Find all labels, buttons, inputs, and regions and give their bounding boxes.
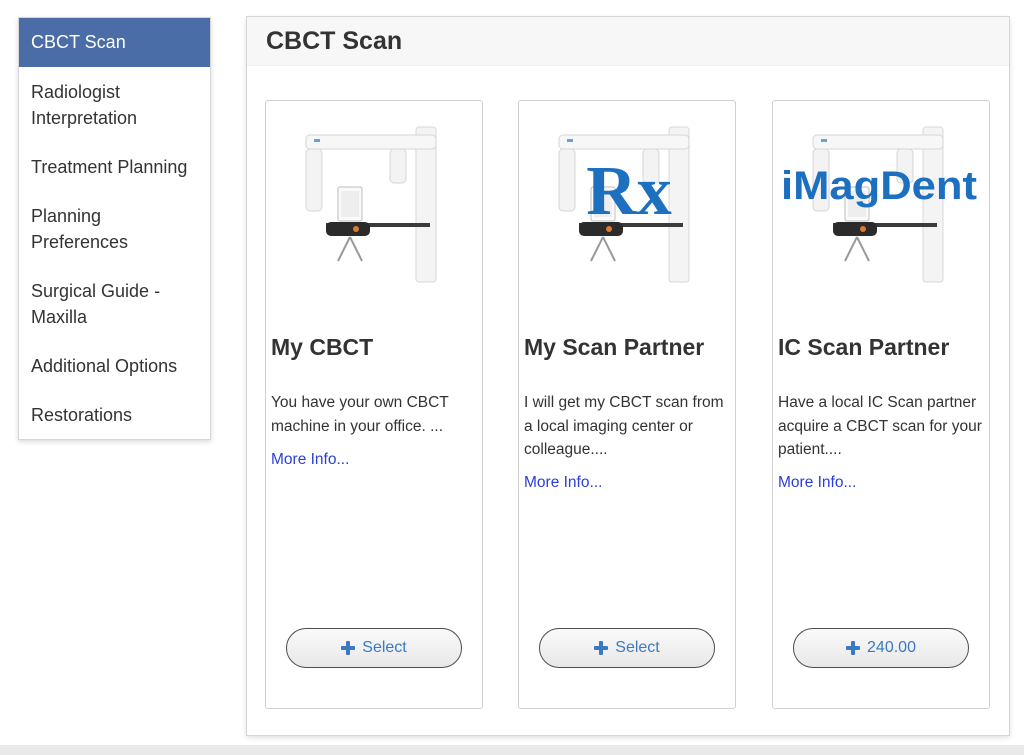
card-title: My CBCT (271, 334, 374, 360)
sidebar-nav: CBCT Scan Radiologist Interpretation Tre… (18, 17, 211, 440)
sidebar-item-treatment-planning[interactable]: Treatment Planning (19, 154, 210, 180)
card-description: Have a local IC Scan partner acquire a C… (778, 394, 982, 458)
option-card-my-scan-partner: Rx My Scan Partner I will get my CBCT sc… (518, 100, 736, 709)
option-card-my-cbct: My CBCT You have your own CBCT machine i… (265, 100, 483, 709)
sidebar-item-surgical-guide-maxilla[interactable]: Surgical Guide - Maxilla (19, 278, 189, 330)
plus-icon (594, 641, 609, 655)
select-button[interactable]: Select (286, 628, 462, 668)
sidebar-item-cbct-scan[interactable]: CBCT Scan (19, 18, 210, 67)
card-description: You have your own CBCT machine in your o… (271, 394, 449, 435)
imagdent-logo-text: iMagDent (781, 164, 977, 208)
cbct-machine-image (305, 126, 437, 283)
cbct-machine-rx-image: Rx (558, 126, 690, 283)
sidebar-item-planning-preferences[interactable]: Planning Preferences (19, 203, 159, 255)
rx-overlay-text: Rx (586, 153, 672, 230)
price-button-label: 240.00 (867, 639, 916, 656)
select-button[interactable]: Select (539, 628, 715, 668)
more-info-link[interactable]: More Info... (778, 474, 856, 492)
plus-icon (846, 641, 861, 655)
plus-icon (341, 641, 356, 655)
more-info-link[interactable]: More Info... (524, 474, 602, 492)
bottom-bar (0, 745, 1024, 755)
card-description: I will get my CBCT scan from a local ima… (524, 394, 724, 458)
select-button-label: Select (615, 639, 660, 656)
cbct-machine-imagdent-image: iMagDent (781, 126, 977, 283)
select-button-label: Select (362, 639, 407, 656)
sidebar-item-additional-options[interactable]: Additional Options (19, 353, 210, 379)
card-title: My Scan Partner (524, 334, 705, 360)
option-card-ic-scan-partner: iMagDent IC Scan Partner Have a local IC… (772, 100, 990, 709)
sidebar-item-radiologist-interpretation[interactable]: Radiologist Interpretation (19, 79, 179, 131)
main-panel: CBCT Scan My CBCT You have your own CBCT… (246, 16, 1010, 736)
panel-header: CBCT Scan (247, 17, 1009, 66)
more-info-link[interactable]: More Info... (271, 451, 349, 469)
price-button[interactable]: 240.00 (793, 628, 969, 668)
page-title: CBCT Scan (266, 27, 403, 55)
cbct-machine-graphic (305, 126, 437, 283)
sidebar-item-restorations[interactable]: Restorations (19, 402, 210, 428)
card-title: IC Scan Partner (778, 334, 950, 360)
